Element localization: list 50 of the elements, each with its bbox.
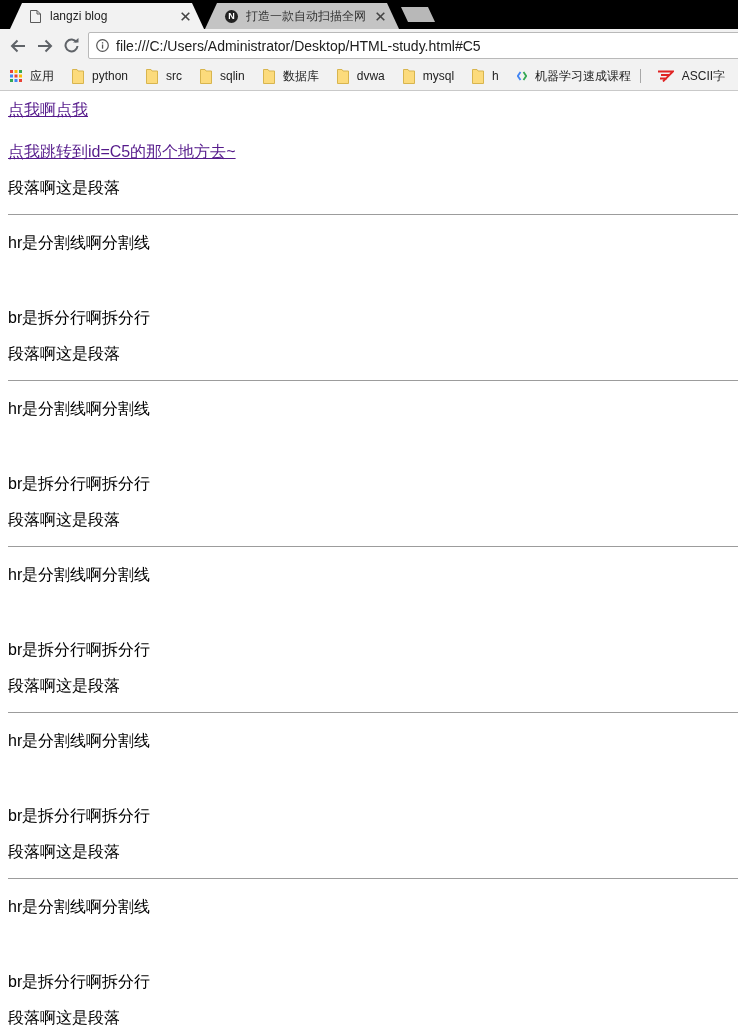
text-link[interactable]: 点我啊点我 (8, 101, 88, 118)
new-tab-button[interactable] (401, 7, 435, 22)
address-bar[interactable]: file:///C:/Users/Administrator/Desktop/HTML-study.html#C5 (88, 32, 738, 59)
bookmark-folder[interactable]: mysql (402, 68, 455, 84)
site-favicon: N (225, 9, 238, 23)
browser-tab[interactable]: N 打造一款自动扫描全网 (205, 3, 399, 29)
bookmark-folder[interactable]: dvwa (336, 68, 385, 84)
close-icon[interactable] (376, 11, 385, 21)
bookmark-link[interactable]: 机器学习速成课程 (516, 67, 631, 85)
text-line: br是拆分行啊拆分行 (8, 308, 151, 328)
code-brackets-icon (516, 71, 527, 81)
folder-icon (336, 68, 349, 84)
apps-grid-icon (10, 70, 22, 82)
paragraph-text: 段落啊这是段落 (8, 676, 120, 696)
folder-icon (262, 68, 275, 84)
folder-icon (402, 68, 415, 84)
text-line: br是拆分行啊拆分行 (8, 640, 151, 660)
text-line: hr是分割线啊分割线 (8, 233, 151, 253)
logo-icon (656, 70, 674, 82)
text-line: hr是分割线啊分割线 (8, 399, 151, 419)
bookmark-link[interactable]: ASCII字 (656, 67, 726, 85)
text-line: hr是分割线啊分割线 (8, 565, 151, 585)
paragraph-text: 段落啊这是段落 (8, 344, 120, 364)
circular-arrow-icon[interactable] (64, 38, 79, 53)
close-icon[interactable] (181, 11, 190, 21)
folder-icon (472, 68, 485, 84)
info-icon (96, 39, 109, 52)
text-link[interactable]: 点我跳转到id=C5的那个地方去~ (8, 143, 236, 160)
folder-icon (146, 68, 159, 84)
text-line: hr是分割线啊分割线 (8, 897, 151, 917)
bookmark-folder[interactable]: h (472, 68, 499, 84)
bookmark-folder[interactable]: src (146, 68, 183, 84)
apps-shortcut[interactable]: 应用 (10, 67, 54, 85)
paragraph-text: 段落啊这是段落 (8, 510, 120, 530)
right-arrow-icon[interactable] (37, 38, 53, 53)
paragraph-text: 段落啊这是段落 (8, 842, 120, 862)
bookmark-folder[interactable]: python (72, 68, 129, 84)
bookmark-folder[interactable]: sqlin (200, 68, 245, 84)
text-line: br是拆分行啊拆分行 (8, 806, 151, 826)
page-icon (30, 9, 41, 23)
text-line: br是拆分行啊拆分行 (8, 474, 151, 494)
folder-icon (72, 68, 84, 84)
paragraph-text: 段落啊这是段落 (8, 178, 120, 198)
text-line: hr是分割线啊分割线 (8, 731, 151, 751)
paragraph-text: 段落啊这是段落 (8, 1008, 120, 1028)
folder-icon (200, 68, 213, 84)
browser-tab[interactable]: langzi blog (10, 3, 204, 29)
left-arrow-icon[interactable] (10, 38, 26, 53)
text-line: br是拆分行啊拆分行 (8, 972, 151, 992)
bookmark-folder[interactable]: 数据库 (262, 67, 319, 85)
